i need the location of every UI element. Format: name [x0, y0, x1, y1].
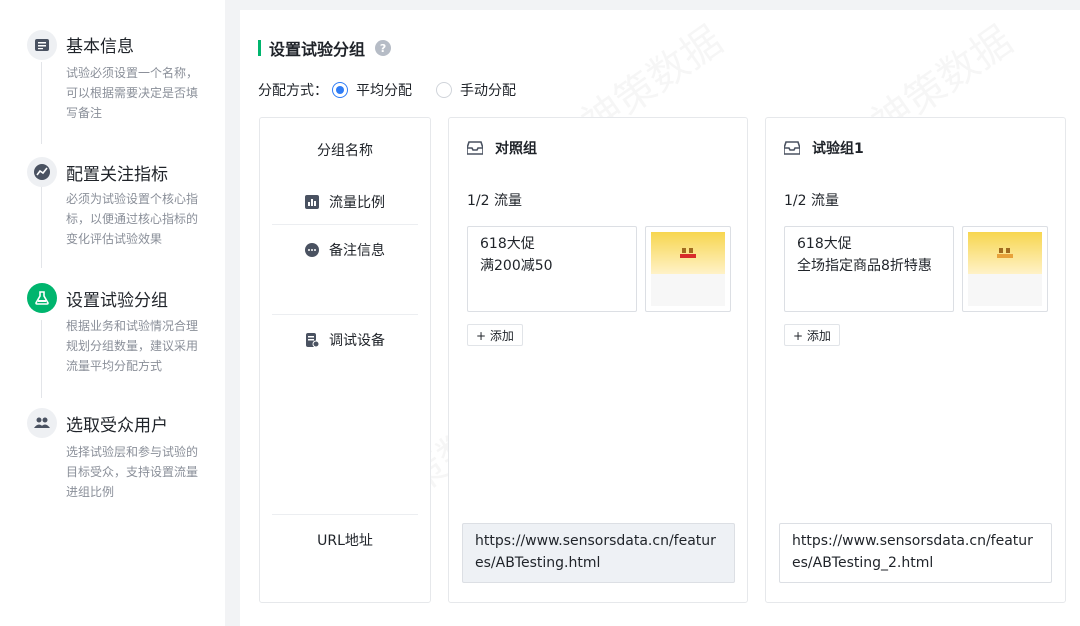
- note-line: 618大促: [797, 236, 852, 252]
- users-icon: [27, 408, 57, 438]
- step-connector: [41, 320, 42, 398]
- group-title-text: 对照组: [495, 141, 537, 157]
- allocation-method: 分配方式： 平均分配 手动分配: [258, 80, 536, 100]
- group-traffic: 1/2 流量: [467, 193, 522, 209]
- flask-icon: [27, 283, 57, 313]
- step-title: 选取受众用户: [66, 416, 168, 436]
- debug-device-label: 调试设备: [329, 333, 385, 349]
- step-desc: 根据业务和试验情况合理规划分组数量，建议采用流量平均分配方式: [66, 319, 199, 373]
- section-title: 设置试验分组 ?: [258, 36, 392, 60]
- group-url-field[interactable]: https://www.sensorsdata.cn/features/ABTe…: [462, 523, 735, 583]
- traffic-ratio-row: 流量比例: [260, 192, 430, 212]
- note-line: 满200减50: [480, 258, 553, 274]
- add-device-button[interactable]: + 添加: [784, 324, 840, 346]
- group-note[interactable]: 618大促 满200减50: [467, 226, 637, 312]
- help-icon[interactable]: ?: [375, 40, 392, 56]
- variant-thumbnail[interactable]: [962, 226, 1048, 312]
- group-url-field[interactable]: https://www.sensorsdata.cn/features/ABTe…: [779, 523, 1052, 583]
- url-label: URL地址: [317, 533, 373, 549]
- allocation-label: 分配方式：: [258, 83, 328, 99]
- promo-image-icon: [997, 248, 1013, 258]
- thumbnail-body: [651, 274, 725, 306]
- names-header: 分组名称: [317, 143, 373, 159]
- control-group-card: 对照组 1/2 流量 618大促 满200减50 + 添加 https://ww…: [448, 117, 748, 603]
- add-device-button[interactable]: + 添加: [467, 324, 523, 346]
- test-group-card: 试验组1 1/2 流量 618大促 全场指定商品8折特惠 + 添加 https:…: [765, 117, 1066, 603]
- group-names-column: 分组名称 流量比例 备注信息 调试设备 URL地址: [259, 117, 431, 603]
- bar-chart-icon: [305, 195, 319, 209]
- step-sidebar: 基本信息 试验必须设置一个名称，可以根据需要决定是否填写备注 配置关注指标 必须…: [0, 0, 225, 626]
- group-title: 试验组1: [784, 138, 864, 158]
- comment-icon: [305, 243, 319, 257]
- step-title: 基本信息: [66, 37, 134, 57]
- step-desc: 试验必须设置一个名称，可以根据需要决定是否填写备注: [66, 66, 199, 120]
- step-title: 设置试验分组: [66, 291, 168, 311]
- list-icon: [27, 30, 57, 60]
- thumbnail-body: [968, 274, 1042, 306]
- variant-thumbnail[interactable]: [645, 226, 731, 312]
- main-panel: 神策数据 神策数据 神策数据 神策数据 设置试验分组 ? 分配方式： 平均分配 …: [240, 10, 1080, 626]
- step-desc: 选择试验层和参与试验的目标受众，支持设置流量进组比例: [66, 445, 199, 499]
- device-icon: [306, 333, 319, 347]
- step-connector: [41, 62, 42, 144]
- section-title-text: 设置试验分组: [269, 40, 366, 59]
- radio-average-label[interactable]: 平均分配: [356, 80, 412, 100]
- radio-average[interactable]: [332, 82, 348, 98]
- step-connector: [41, 186, 42, 268]
- group-note[interactable]: 618大促 全场指定商品8折特惠: [784, 226, 954, 312]
- row-divider: [272, 224, 418, 225]
- trend-icon: [27, 157, 57, 187]
- note-line: 618大促: [480, 236, 535, 252]
- row-divider: [272, 314, 418, 315]
- inbox-icon: [467, 141, 483, 155]
- notes-label: 备注信息: [329, 243, 385, 259]
- traffic-ratio-label: 流量比例: [329, 195, 385, 211]
- group-traffic: 1/2 流量: [784, 193, 839, 209]
- inbox-icon: [784, 141, 800, 155]
- url-row: URL地址: [260, 530, 430, 550]
- row-divider: [272, 514, 418, 515]
- step-desc: 必须为试验设置个核心指标，以便通过核心指标的变化评估试验效果: [66, 192, 199, 246]
- notes-row: 备注信息: [260, 240, 430, 260]
- radio-manual-label[interactable]: 手动分配: [460, 80, 516, 100]
- group-title: 对照组: [467, 138, 537, 158]
- group-title-text: 试验组1: [812, 141, 864, 157]
- debug-device-row: 调试设备: [260, 330, 430, 350]
- radio-manual[interactable]: [436, 82, 452, 98]
- note-line: 全场指定商品8折特惠: [797, 258, 932, 274]
- step-title: 配置关注指标: [66, 165, 168, 185]
- promo-image-icon: [680, 248, 696, 258]
- title-accent-bar: [258, 40, 261, 56]
